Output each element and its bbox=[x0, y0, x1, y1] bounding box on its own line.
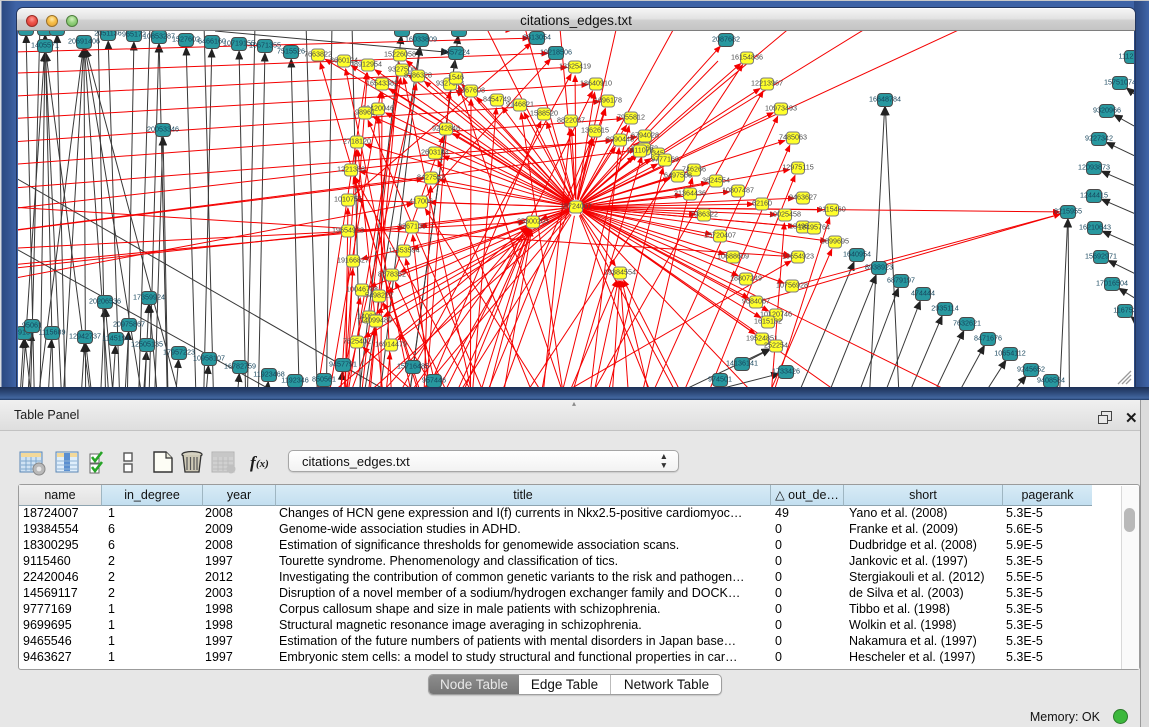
svg-text:(x): (x) bbox=[256, 458, 269, 470]
